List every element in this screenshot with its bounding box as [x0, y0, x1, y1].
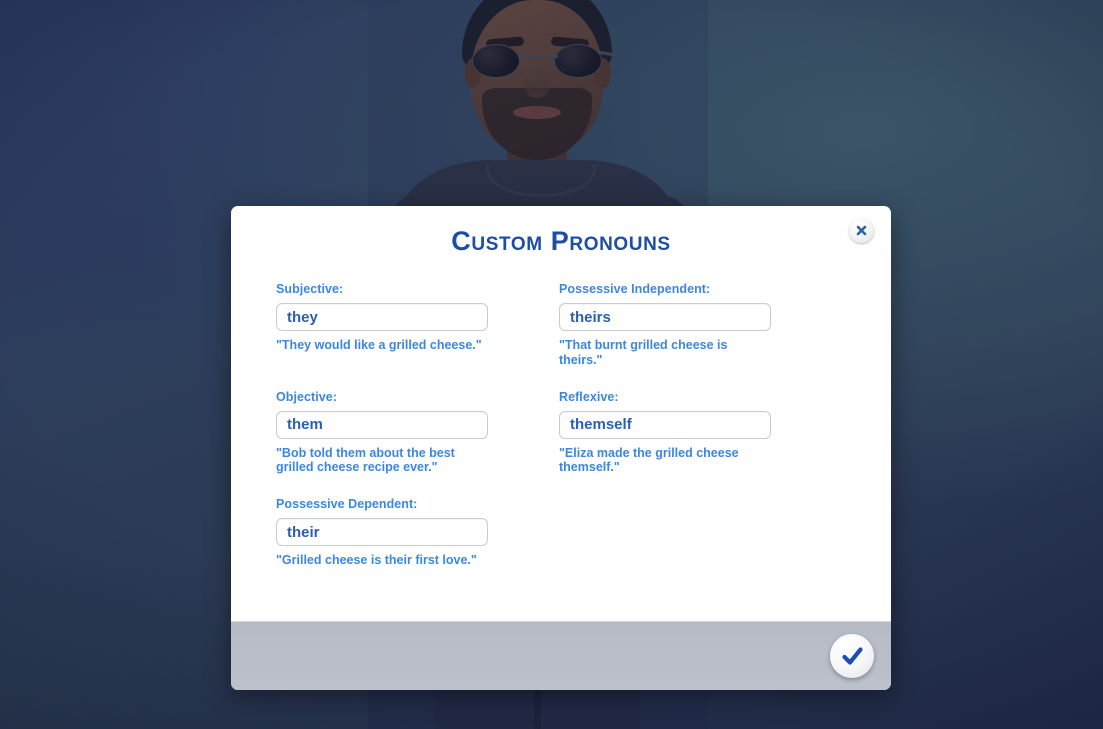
confirm-button[interactable] [830, 634, 874, 678]
page-title: Custom Pronouns [451, 226, 671, 256]
reflexive-input[interactable] [559, 410, 771, 439]
possessive-dependent-input[interactable] [276, 518, 488, 546]
field-hint-possessive-independent: "That burnt grilled cheese is theirs." [559, 338, 728, 367]
form-row: Subjective: "They would like a grilled c… [276, 282, 856, 368]
field-label-subjective: Subjective: [276, 282, 344, 296]
field-hint-reflexive: "Eliza made the grilled cheese themself.… [559, 445, 739, 475]
objective-input[interactable] [276, 410, 488, 439]
close-x-icon [856, 225, 867, 236]
possessive-independent-input[interactable] [559, 303, 771, 331]
field-label-reflexive: Reflexive: [559, 389, 619, 404]
subjective-input[interactable] [276, 303, 488, 331]
game-screen: Custom Pronouns Subjective: "They would … [0, 0, 1103, 729]
field-subjective: Subjective: "They would like a grilled c… [276, 282, 488, 368]
custom-pronouns-dialog: Custom Pronouns Subjective: "They would … [231, 206, 891, 690]
checkmark-icon [841, 646, 863, 665]
field-label-possessive-independent: Possessive Independent: [559, 282, 711, 296]
field-hint-objective: "Bob told them about the best grilled ch… [276, 445, 455, 475]
field-reflexive: Reflexive: "Eliza made the grilled chees… [559, 390, 771, 476]
field-hint-subjective: "They would like a grilled cheese." [276, 338, 482, 352]
field-possessive-dependent: Possessive Dependent: "Grilled cheese is… [276, 497, 488, 568]
form-row: Possessive Dependent: "Grilled cheese is… [276, 497, 856, 568]
pronoun-form: Subjective: "They would like a grilled c… [276, 282, 856, 568]
field-possessive-independent: Possessive Independent: "That burnt gril… [559, 282, 771, 368]
field-label-objective: Objective: [276, 389, 337, 404]
close-button[interactable] [849, 218, 874, 243]
field-hint-possessive-dependent: "Grilled cheese is their first love." [276, 553, 477, 567]
dialog-footer [231, 621, 891, 690]
field-objective: Objective: "Bob told them about the best… [276, 390, 488, 476]
field-label-possessive-dependent: Possessive Dependent: [276, 497, 418, 511]
form-row: Objective: "Bob told them about the best… [276, 390, 856, 476]
